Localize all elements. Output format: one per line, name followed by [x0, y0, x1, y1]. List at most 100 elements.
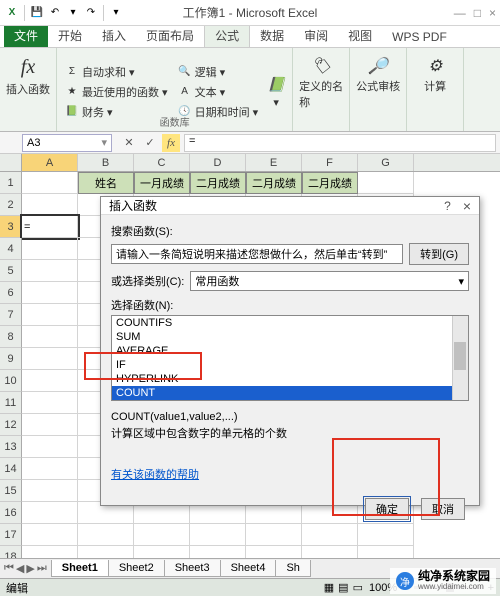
row-header[interactable]: 3 — [0, 216, 22, 238]
cell[interactable] — [358, 172, 414, 194]
redo-icon[interactable]: ↷ — [83, 5, 99, 21]
sheet-nav-last[interactable]: ⏭ — [37, 562, 47, 575]
recently-used-button[interactable]: ★最近使用的函数 ▾ — [63, 83, 170, 101]
function-item-selected[interactable]: COUNT — [112, 386, 468, 400]
logical-button[interactable]: 🔍逻辑 ▾ — [176, 63, 261, 81]
cell[interactable] — [22, 458, 78, 480]
formula-auditing-button[interactable]: 🔎 公式审核 — [356, 50, 400, 94]
cell[interactable] — [22, 436, 78, 458]
tab-file[interactable]: 文件 — [4, 24, 48, 47]
row-header[interactable]: 8 — [0, 326, 22, 348]
function-item[interactable]: MAX — [112, 400, 468, 401]
row-header[interactable]: 7 — [0, 304, 22, 326]
view-page-break-icon[interactable]: ▭ — [353, 581, 363, 594]
col-header-B[interactable]: B — [78, 154, 134, 171]
col-header-A[interactable]: A — [22, 154, 78, 171]
go-button[interactable]: 转到(G) — [409, 243, 469, 265]
cell[interactable] — [22, 238, 78, 260]
row-header[interactable]: 9 — [0, 348, 22, 370]
row-header[interactable]: 14 — [0, 458, 22, 480]
cell[interactable] — [22, 326, 78, 348]
undo-icon[interactable]: ↶ — [47, 5, 63, 21]
cell[interactable] — [22, 304, 78, 326]
cell[interactable]: 二月成绩 — [246, 172, 302, 194]
row-header[interactable]: 10 — [0, 370, 22, 392]
enter-formula-button[interactable]: ✓ — [141, 134, 159, 152]
cancel-button[interactable]: 取消 — [421, 498, 465, 520]
tab-wps-pdf[interactable]: WPS PDF — [382, 27, 457, 47]
minimize-button[interactable]: — — [454, 6, 466, 20]
tab-review[interactable]: 审阅 — [294, 24, 338, 47]
tab-home[interactable]: 开始 — [48, 24, 92, 47]
cell[interactable] — [22, 414, 78, 436]
sheet-tab[interactable]: Sheet3 — [164, 560, 221, 577]
insert-function-fx-button[interactable]: fx — [162, 134, 180, 152]
cell[interactable] — [22, 172, 78, 194]
maximize-button[interactable]: □ — [474, 6, 481, 20]
cell[interactable] — [22, 480, 78, 502]
cancel-formula-button[interactable]: ✕ — [120, 134, 138, 152]
name-box[interactable]: A3▾ — [22, 134, 112, 152]
function-listbox[interactable]: COUNTIFS SUM AVERAGE IF HYPERLINK COUNT … — [111, 315, 469, 401]
close-button[interactable]: × — [489, 6, 496, 20]
row-header[interactable]: 12 — [0, 414, 22, 436]
row-header[interactable]: 2 — [0, 194, 22, 216]
insert-function-button[interactable]: fx 插入函数 — [6, 50, 50, 97]
col-header-E[interactable]: E — [246, 154, 302, 171]
function-item[interactable]: AVERAGE — [112, 344, 468, 358]
cell[interactable] — [22, 502, 78, 524]
formula-input[interactable]: = — [184, 134, 496, 152]
cell[interactable]: 二月成绩 — [190, 172, 246, 194]
ok-button[interactable]: 确定 — [365, 498, 409, 520]
cell[interactable]: 二月成绩 — [302, 172, 358, 194]
cell[interactable]: 一月成绩 — [134, 172, 190, 194]
dialog-close-button[interactable]: × — [463, 198, 471, 214]
cell[interactable] — [22, 524, 78, 546]
row-header[interactable]: 1 — [0, 172, 22, 194]
tab-page-layout[interactable]: 页面布局 — [136, 24, 204, 47]
dialog-titlebar[interactable]: 插入函数 ? × — [101, 197, 479, 215]
cell[interactable] — [22, 348, 78, 370]
row-header[interactable]: 15 — [0, 480, 22, 502]
function-item[interactable]: SUM — [112, 330, 468, 344]
defined-names-button[interactable]: 🏷 定义的名称 — [299, 50, 343, 110]
search-function-input[interactable] — [111, 244, 403, 264]
row-header[interactable]: 17 — [0, 524, 22, 546]
sheet-tab[interactable]: Sh — [275, 560, 310, 577]
view-page-layout-icon[interactable]: ▤ — [338, 581, 348, 594]
view-normal-icon[interactable]: ▦ — [324, 581, 334, 594]
tab-formulas[interactable]: 公式 — [204, 23, 250, 47]
sheet-tab[interactable]: Sheet1 — [51, 560, 109, 577]
row-header[interactable]: 5 — [0, 260, 22, 282]
dialog-help-button[interactable]: ? — [444, 199, 451, 213]
tab-data[interactable]: 数据 — [250, 24, 294, 47]
autosum-button[interactable]: Σ自动求和 ▾ — [63, 63, 170, 81]
function-item[interactable]: COUNTIFS — [112, 316, 468, 330]
sheet-nav-next[interactable]: ▶ — [26, 562, 34, 575]
qat-dropdown-icon[interactable]: ▾ — [65, 5, 81, 21]
calculation-button[interactable]: ⚙ 计算 — [413, 50, 457, 94]
category-select[interactable]: 常用函数▾ — [190, 271, 469, 291]
sheet-nav-first[interactable]: ⏮ — [4, 562, 14, 575]
col-header-G[interactable]: G — [358, 154, 414, 171]
row-header[interactable]: 4 — [0, 238, 22, 260]
function-item[interactable]: IF — [112, 358, 468, 372]
cell[interactable] — [22, 370, 78, 392]
cell[interactable] — [22, 260, 78, 282]
sheet-tab[interactable]: Sheet4 — [220, 560, 277, 577]
tab-view[interactable]: 视图 — [338, 24, 382, 47]
col-header-C[interactable]: C — [134, 154, 190, 171]
cell[interactable]: = — [22, 216, 78, 238]
row-header[interactable]: 11 — [0, 392, 22, 414]
cell[interactable]: 姓名 — [78, 172, 134, 194]
row-header[interactable]: 16 — [0, 502, 22, 524]
row-header[interactable]: 13 — [0, 436, 22, 458]
listbox-scrollbar[interactable] — [452, 316, 468, 400]
customize-qat-icon[interactable]: ▾ — [108, 5, 124, 21]
lookup-button[interactable]: 📗 ▾ — [266, 71, 286, 109]
text-button[interactable]: A文本 ▾ — [176, 83, 261, 101]
sheet-tab[interactable]: Sheet2 — [108, 560, 165, 577]
select-all-corner[interactable] — [0, 154, 22, 171]
tab-insert[interactable]: 插入 — [92, 24, 136, 47]
function-help-link[interactable]: 有关该函数的帮助 — [111, 466, 199, 482]
